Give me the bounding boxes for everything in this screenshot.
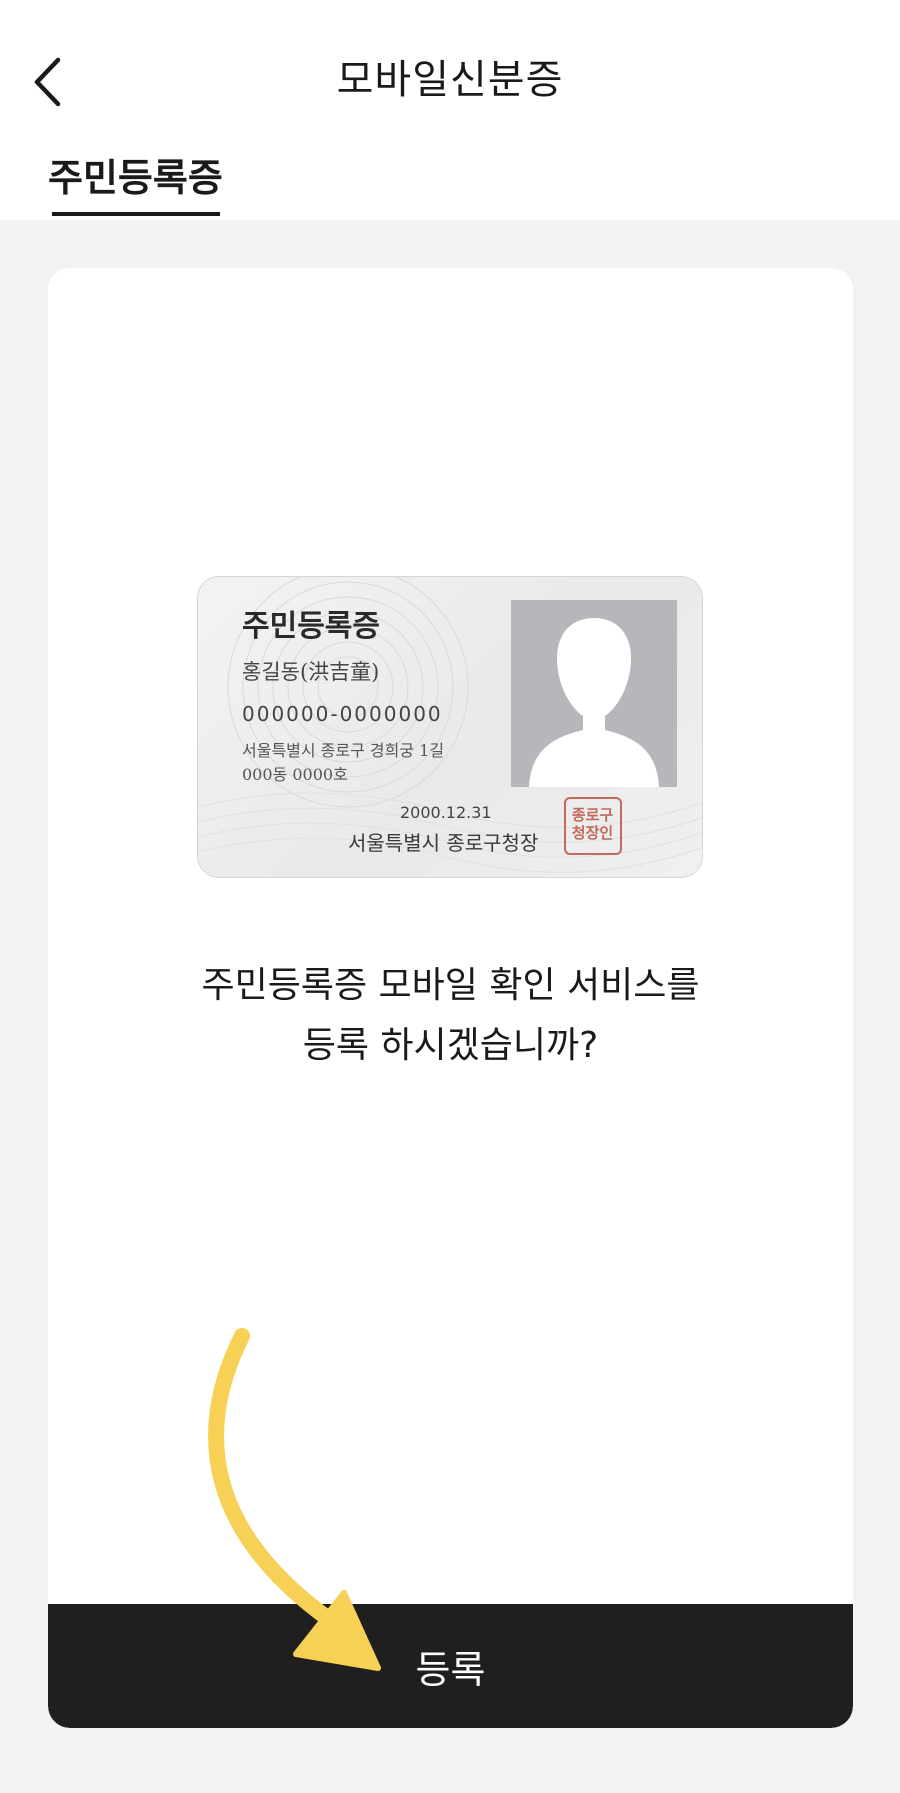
person-silhouette-icon (529, 618, 659, 787)
id-card-address-line2: 000동 0000호 (242, 765, 348, 784)
id-card-illustration: 주민등록증 홍길동(洪吉童) 000000-0000000 서울특별시 종로구 … (197, 576, 703, 878)
id-card-number: 000000-0000000 (242, 702, 443, 726)
prompt-line1: 주민등록증 모바일 확인 서비스를 (201, 965, 700, 1006)
id-photo (511, 600, 677, 787)
page-title: 모바일신분증 (336, 57, 564, 103)
tab-label: 주민등록증 (48, 156, 223, 200)
registration-prompt: 주민등록증 모바일 확인 서비스를 등록 하시겠습니까? (48, 956, 853, 1076)
id-card-issuer: 서울특별시 종로구청장 (348, 831, 539, 855)
tab-resident-registration[interactable]: 주민등록증 (48, 152, 223, 220)
id-card-issue-date: 2000.12.31 (400, 803, 492, 822)
seal-text-line1: 종로구 (571, 806, 614, 824)
app-header: 모바일신분증 주민등록증 (0, 0, 900, 220)
seal-text-line2: 청장인 (571, 824, 614, 842)
active-tab-indicator (52, 212, 220, 216)
id-card-address-line1: 서울특별시 종로구 경희궁 1길 (242, 741, 445, 760)
id-card-title: 주민등록증 (242, 609, 380, 644)
registration-card: 주민등록증 홍길동(洪吉童) 000000-0000000 서울특별시 종로구 … (48, 268, 853, 1728)
id-card-name: 홍길동(洪吉童) (242, 660, 380, 684)
prompt-line2: 등록 하시겠습니까? (302, 1025, 599, 1066)
register-button[interactable]: 등록 (48, 1604, 853, 1728)
official-seal: 종로구 청장인 (564, 797, 622, 855)
register-button-label: 등록 (415, 1648, 486, 1692)
